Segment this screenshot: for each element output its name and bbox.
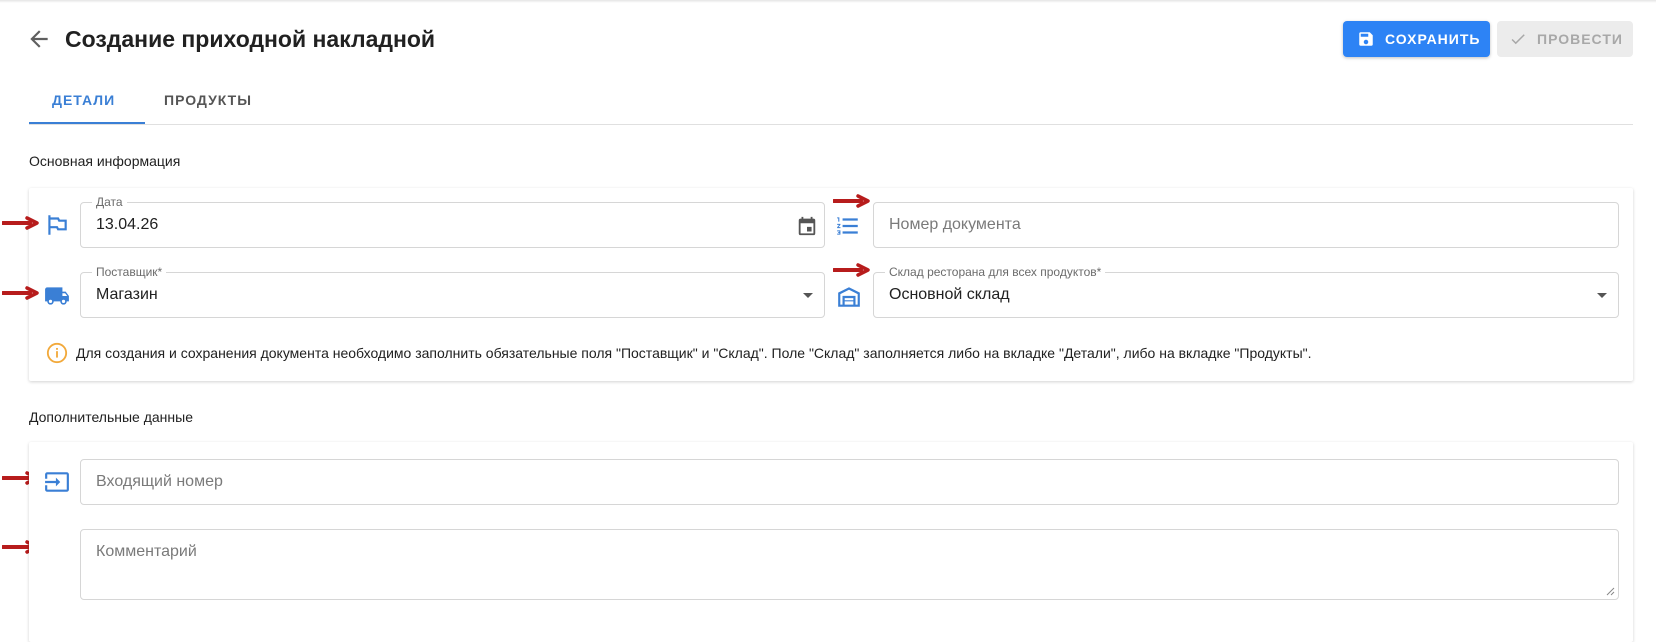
tabs-divider — [29, 124, 1633, 125]
info-icon — [46, 342, 68, 364]
main-info-title: Основная информация — [29, 153, 181, 169]
date-label: Дата — [92, 195, 127, 209]
warehouse-icon — [838, 287, 860, 307]
chevron-down-icon[interactable] — [1596, 290, 1608, 300]
date-value: 13.04.26 — [96, 216, 159, 233]
tab-products[interactable]: ПРОДУКТЫ — [164, 92, 252, 108]
page-title: Создание приходной накладной — [65, 26, 436, 52]
document-number-placeholder: Номер документа — [889, 216, 1021, 233]
checkmark-icon — [1511, 34, 1525, 45]
numbered-list-icon — [837, 217, 858, 235]
save-button[interactable]: СОХРАНИТЬ — [1343, 21, 1490, 57]
required-fields-notice: Для создания и сохранения документа необ… — [46, 342, 1312, 364]
resize-handle-icon[interactable] — [1605, 586, 1615, 596]
post-button[interactable]: ПРОВЕСТИ — [1497, 21, 1633, 57]
back-arrow-icon[interactable] — [26, 26, 52, 52]
warehouse-label: Склад ресторана для всех продуктов* — [885, 265, 1106, 279]
annotation-arrow-icon — [833, 263, 870, 277]
comment-placeholder: Комментарий — [96, 543, 197, 560]
post-button-label: ПРОВЕСТИ — [1537, 31, 1623, 47]
annotation-arrow-icon — [2, 286, 39, 300]
annotation-arrow-icon — [2, 216, 39, 230]
comment-textarea[interactable]: Комментарий — [80, 529, 1619, 600]
input-arrow-icon — [45, 472, 69, 492]
chevron-down-icon[interactable] — [802, 290, 814, 300]
top-shadow — [0, 0, 1656, 3]
floppy-disk-icon — [1359, 32, 1373, 46]
supplier-select[interactable]: Поставщик* Магазин — [80, 265, 825, 318]
annotation-arrow-icon — [833, 194, 870, 208]
warehouse-value: Основной склад — [889, 286, 1010, 303]
extra-info-title: Дополнительные данные — [29, 409, 193, 425]
tab-details[interactable]: ДЕТАЛИ — [52, 92, 115, 108]
supplier-label: Поставщик* — [92, 265, 167, 279]
truck-icon — [45, 287, 69, 305]
save-button-label: СОХРАНИТЬ — [1385, 31, 1481, 47]
incoming-number-input[interactable]: Входящий номер — [80, 459, 1619, 505]
warehouse-select[interactable]: Склад ресторана для всех продуктов* Осно… — [873, 265, 1619, 318]
supplier-value: Магазин — [96, 286, 158, 303]
calendar-icon[interactable] — [796, 215, 818, 237]
date-field[interactable]: Дата 13.04.26 — [80, 195, 825, 248]
notice-text: Для создания и сохранения документа необ… — [76, 345, 1312, 361]
incoming-number-placeholder: Входящий номер — [96, 473, 223, 490]
flag-icon — [48, 215, 67, 235]
document-number-input[interactable]: Номер документа — [873, 202, 1619, 248]
